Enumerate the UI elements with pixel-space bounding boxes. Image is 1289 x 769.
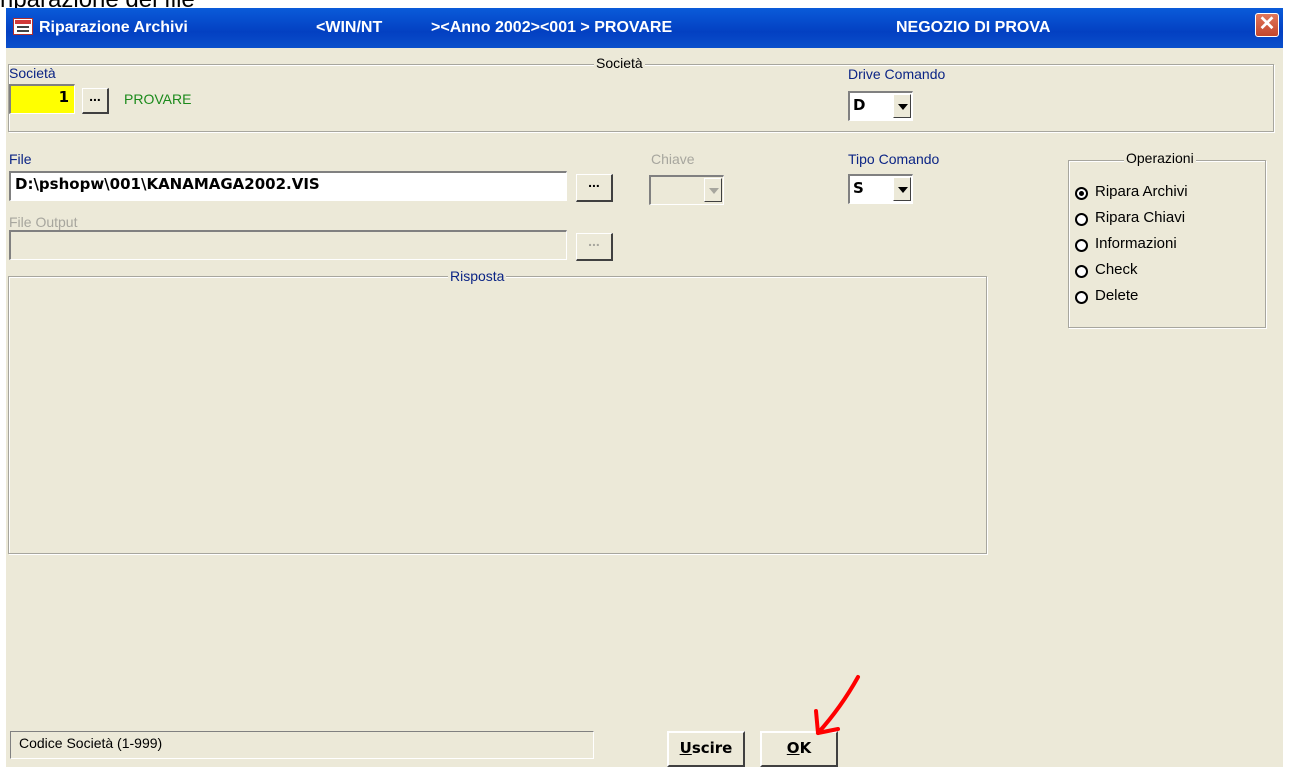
file-output-browse-button: ... <box>576 233 613 261</box>
chevron-down-icon[interactable] <box>893 177 911 201</box>
radio-label: Informazioni <box>1095 235 1177 252</box>
radio-check[interactable]: Check <box>1070 260 1270 284</box>
societa-group-title: Società <box>594 55 645 71</box>
context-label: ><Anno 2002><001 > PROVARE <box>431 19 673 36</box>
radio-label: Check <box>1095 261 1138 278</box>
page-caption: riparazione del file <box>0 0 195 8</box>
operazioni-group-title: Operazioni <box>1124 150 1196 166</box>
societa-name: PROVARE <box>124 91 192 107</box>
tipo-comando-select[interactable]: S <box>848 174 913 204</box>
file-path-input[interactable]: D:\pshopw\001\KANAMAGA2002.VIS <box>9 171 567 201</box>
file-label: File <box>9 151 32 167</box>
form-window-icon <box>13 18 33 35</box>
tipo-comando-value: S <box>853 179 864 197</box>
file-output-input <box>9 230 567 260</box>
shop-label: NEGOZIO DI PROVA <box>896 19 1051 36</box>
title-bar[interactable]: Riparazione Archivi <WIN/NT ><Anno 2002>… <box>6 8 1283 48</box>
file-output-label: File Output <box>9 214 78 230</box>
uscire-mnemonic: U <box>679 739 692 757</box>
chiave-select <box>649 175 724 205</box>
risposta-group-title: Risposta <box>448 268 507 284</box>
radio-label: Delete <box>1095 287 1139 304</box>
red-arrow-icon <box>814 675 860 735</box>
ok-mnemonic: O <box>786 739 800 757</box>
file-browse-button[interactable]: ... <box>576 174 613 202</box>
radio-unchecked-icon[interactable] <box>1075 213 1088 226</box>
societa-label: Società <box>9 65 56 81</box>
radio-checked-icon[interactable] <box>1075 187 1088 200</box>
status-bar: Codice Società (1-999) <box>10 731 594 759</box>
uscire-button[interactable]: Uscire <box>667 731 745 767</box>
radio-unchecked-icon[interactable] <box>1075 291 1088 304</box>
chiave-label: Chiave <box>651 151 695 167</box>
environment-label: <WIN/NT <box>316 19 383 36</box>
window-title: Riparazione Archivi <box>39 19 188 36</box>
drive-comando-value: D <box>853 96 866 114</box>
radio-ripara-chiavi[interactable]: Ripara Chiavi <box>1070 208 1270 232</box>
close-button[interactable]: ✕ <box>1255 13 1279 37</box>
app-window: Riparazione Archivi <WIN/NT ><Anno 2002>… <box>6 8 1283 767</box>
chevron-down-icon <box>704 178 722 202</box>
societa-code-input[interactable]: 1 <box>9 84 75 114</box>
radio-unchecked-icon[interactable] <box>1075 265 1088 278</box>
radio-label: Ripara Chiavi <box>1095 209 1186 226</box>
radio-label: Ripara Archivi <box>1095 183 1188 200</box>
radio-unchecked-icon[interactable] <box>1075 239 1088 252</box>
radio-ripara-archivi[interactable]: Ripara Archivi <box>1070 182 1270 206</box>
risposta-group <box>8 276 987 554</box>
tipo-comando-label: Tipo Comando <box>848 151 940 167</box>
radio-informazioni[interactable]: Informazioni <box>1070 234 1270 258</box>
radio-delete[interactable]: Delete <box>1070 286 1270 310</box>
operazioni-radio-list: Ripara Archivi Ripara Chiavi Informazion… <box>1070 182 1260 322</box>
ok-label: K <box>799 739 812 757</box>
close-icon: ✕ <box>1258 13 1276 35</box>
uscire-label: scire <box>691 739 733 757</box>
societa-browse-button[interactable]: ... <box>82 88 109 114</box>
chevron-down-icon[interactable] <box>893 94 911 118</box>
societa-group <box>8 64 1274 132</box>
drive-comando-select[interactable]: D <box>848 91 913 121</box>
drive-comando-label: Drive Comando <box>848 66 946 82</box>
